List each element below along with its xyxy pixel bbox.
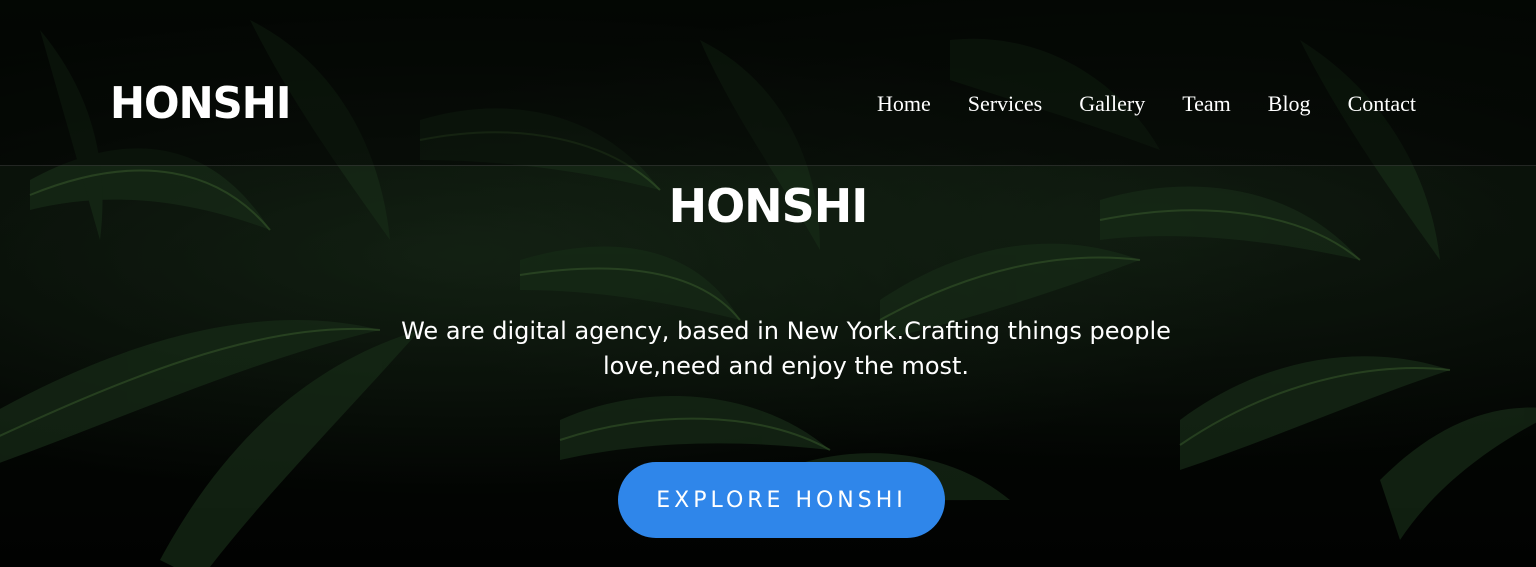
nav-link-contact[interactable]: Contact xyxy=(1348,88,1416,120)
nav-link-blog[interactable]: Blog xyxy=(1268,88,1311,120)
top-navbar: HONSHI Home Services Gallery Team Blog C… xyxy=(0,0,1536,166)
explore-button[interactable]: EXPLORE HONSHI xyxy=(618,462,945,538)
hero-title: HONSHI xyxy=(668,179,869,233)
nav-link-gallery[interactable]: Gallery xyxy=(1079,88,1145,120)
nav-link-services[interactable]: Services xyxy=(968,88,1043,120)
hero-subtitle: We are digital agency, based in New York… xyxy=(401,317,1171,380)
site-logo[interactable]: HONSHI xyxy=(110,78,291,130)
nav-link-home[interactable]: Home xyxy=(877,88,931,120)
nav-link-team[interactable]: Team xyxy=(1182,88,1231,120)
main-nav: Home Services Gallery Team Blog Contact xyxy=(840,88,1416,120)
